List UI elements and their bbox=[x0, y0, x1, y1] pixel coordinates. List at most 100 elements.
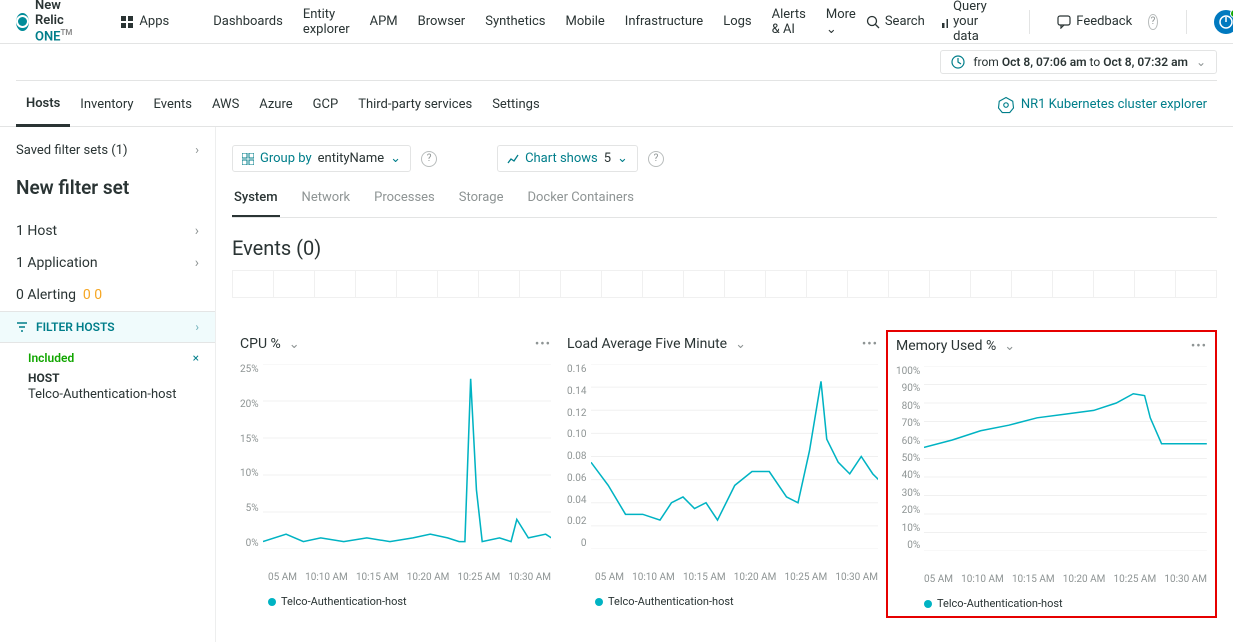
sidebar-alerting-label: 0 Alerting bbox=[16, 287, 76, 303]
included-label: Included bbox=[28, 351, 74, 365]
tab-system[interactable]: System bbox=[232, 190, 280, 217]
events-section: Events (0) bbox=[232, 218, 1217, 306]
chart-plot[interactable] bbox=[591, 364, 879, 549]
help-icon[interactable]: ? bbox=[648, 151, 664, 167]
query-label: Query your data bbox=[953, 0, 1001, 44]
saved-filter-sets[interactable]: Saved filter sets (1) › bbox=[0, 135, 215, 166]
charts-row: CPU % ⌄ ••• 25%20%15%10%5%0% 05 AM10:10 … bbox=[232, 330, 1217, 618]
tab-network[interactable]: Network bbox=[300, 190, 353, 217]
subnav-azure[interactable]: Azure bbox=[249, 83, 302, 127]
tab-storage[interactable]: Storage bbox=[457, 190, 506, 217]
subnav-gcp[interactable]: GCP bbox=[303, 83, 349, 127]
chevron-down-icon[interactable]: ⌄ bbox=[1004, 339, 1015, 354]
group-by-dropdown[interactable]: Group by entityName ⌄ bbox=[232, 145, 411, 172]
help-icon[interactable]: ? bbox=[421, 151, 437, 167]
remove-filter-icon[interactable]: × bbox=[193, 351, 199, 365]
brand-text: New Relic bbox=[35, 0, 64, 28]
chart-title: Memory Used % bbox=[896, 338, 996, 354]
brand-tm: TM bbox=[61, 28, 73, 37]
nav-mobile[interactable]: Mobile bbox=[556, 14, 615, 29]
chart-menu-icon[interactable]: ••• bbox=[862, 337, 878, 352]
tab-docker[interactable]: Docker Containers bbox=[525, 190, 635, 217]
tab-processes[interactable]: Processes bbox=[372, 190, 437, 217]
group-by-label: Group by bbox=[260, 151, 312, 166]
apps-link[interactable]: Apps bbox=[111, 14, 179, 29]
y-axis: 25%20%15%10%5%0% bbox=[240, 364, 263, 549]
host-name: Telco-Authentication-host bbox=[0, 387, 215, 414]
tp-to: Oct 8, 07:32 am bbox=[1103, 55, 1188, 69]
y-axis: 0.160.140.120.100.080.060.040.020 bbox=[567, 364, 591, 549]
chevron-down-icon: ⌄ bbox=[1196, 55, 1206, 69]
brand-text-one: ONE bbox=[35, 30, 61, 45]
chevron-right-icon: › bbox=[195, 320, 199, 334]
chevron-down-icon[interactable]: ⌄ bbox=[289, 337, 300, 352]
chart-plot[interactable] bbox=[263, 364, 551, 549]
sidebar-alerting-row[interactable]: 0 Alerting 0 0 bbox=[0, 279, 215, 311]
tp-to-word: to bbox=[1090, 55, 1101, 69]
chart-menu-icon[interactable]: ••• bbox=[1191, 339, 1207, 354]
nav-synthetics[interactable]: Synthetics bbox=[475, 14, 555, 29]
chart-shows-value: 5 bbox=[604, 151, 611, 166]
nav-alerts-ai[interactable]: Alerts & AI bbox=[762, 7, 816, 37]
sidebar-hosts-row[interactable]: 1 Host › bbox=[0, 215, 215, 247]
y-axis: 100%90%80%70%60%50%40%30%20%10%0% bbox=[896, 366, 924, 551]
chart-controls: Group by entityName ⌄ ? Chart shows 5 ⌄ … bbox=[232, 135, 1217, 182]
help-icon[interactable]: ? bbox=[1148, 14, 1158, 30]
sidebar-apps-row[interactable]: 1 Application › bbox=[0, 247, 215, 279]
user-menu[interactable]: DemoNewRelicSt... ⌄ bbox=[1214, 10, 1233, 34]
nav-apm[interactable]: APM bbox=[360, 14, 408, 29]
nav-logs[interactable]: Logs bbox=[713, 14, 761, 29]
nav-dashboards[interactable]: Dashboards bbox=[203, 14, 293, 29]
search-icon bbox=[866, 15, 880, 29]
nav-entity-explorer[interactable]: Entity explorer bbox=[293, 7, 360, 37]
feedback-button[interactable]: Feedback bbox=[1057, 14, 1132, 29]
legend-dot-icon bbox=[595, 598, 603, 606]
legend-label: Telco-Authentication-host bbox=[281, 595, 407, 608]
chevron-down-icon: ⌄ bbox=[617, 151, 628, 166]
search-button[interactable]: Search bbox=[866, 14, 925, 29]
chevron-down-icon[interactable]: ⌄ bbox=[735, 337, 746, 352]
brand-logo[interactable]: New Relic ONETM bbox=[16, 0, 77, 45]
k8s-link-label: NR1 Kubernetes cluster explorer bbox=[1021, 97, 1207, 112]
group-by-value: entityName bbox=[318, 151, 385, 166]
x-axis: 05 AM10:10 AM10:15 AM10:20 AM10:25 AM10:… bbox=[567, 564, 878, 583]
saved-filter-label: Saved filter sets (1) bbox=[16, 143, 128, 158]
subnav-third-party[interactable]: Third-party services bbox=[348, 83, 482, 127]
main-content: Group by entityName ⌄ ? Chart shows 5 ⌄ … bbox=[216, 127, 1233, 642]
included-tag: Included × bbox=[0, 343, 215, 365]
speech-bubble-icon bbox=[1057, 15, 1071, 29]
chevron-right-icon: › bbox=[195, 143, 199, 158]
legend-dot-icon bbox=[268, 598, 276, 606]
query-data-button[interactable]: Query your data bbox=[941, 0, 1001, 44]
timepicker-bar: from Oct 8, 07:06 am to Oct 8, 07:32 am … bbox=[0, 44, 1233, 80]
chevron-down-icon: ⌄ bbox=[390, 151, 401, 166]
sub-nav: Hosts Inventory Events AWS Azure GCP Thi… bbox=[0, 83, 1233, 127]
divider bbox=[1029, 10, 1030, 34]
nav-browser[interactable]: Browser bbox=[408, 14, 476, 29]
timepicker[interactable]: from Oct 8, 07:06 am to Oct 8, 07:32 am … bbox=[940, 50, 1217, 74]
k8s-explorer-link[interactable]: NR1 Kubernetes cluster explorer bbox=[987, 83, 1217, 127]
filter-icon bbox=[16, 321, 28, 333]
legend-dot-icon bbox=[924, 600, 932, 608]
filter-hosts-label: FILTER HOSTS bbox=[36, 320, 115, 334]
subnav-events[interactable]: Events bbox=[144, 83, 202, 127]
chart-menu-icon[interactable]: ••• bbox=[535, 337, 551, 352]
chart-shows-dropdown[interactable]: Chart shows 5 ⌄ bbox=[497, 145, 638, 172]
chart-icon bbox=[941, 15, 948, 29]
sidebar: Saved filter sets (1) › New filter set 1… bbox=[0, 127, 216, 642]
filter-hosts-toggle[interactable]: FILTER HOSTS › bbox=[0, 311, 215, 343]
chart-title: Load Average Five Minute bbox=[567, 336, 727, 352]
chart-cpu: CPU % ⌄ ••• 25%20%15%10%5%0% 05 AM10:10 … bbox=[232, 330, 559, 618]
subnav-aws[interactable]: AWS bbox=[202, 83, 249, 127]
subnav-inventory[interactable]: Inventory bbox=[70, 83, 143, 127]
sidebar-alerting-count: 0 0 bbox=[83, 287, 102, 303]
nav-more[interactable]: More ⌄ bbox=[816, 7, 866, 37]
nav-infrastructure[interactable]: Infrastructure bbox=[615, 14, 713, 29]
events-timeline[interactable] bbox=[232, 270, 1217, 298]
chart-plot[interactable] bbox=[924, 366, 1207, 551]
divider bbox=[1186, 10, 1187, 34]
search-label: Search bbox=[885, 14, 925, 29]
subnav-settings[interactable]: Settings bbox=[482, 83, 549, 127]
subnav-hosts[interactable]: Hosts bbox=[16, 83, 70, 127]
logo-mark-icon bbox=[16, 13, 29, 31]
